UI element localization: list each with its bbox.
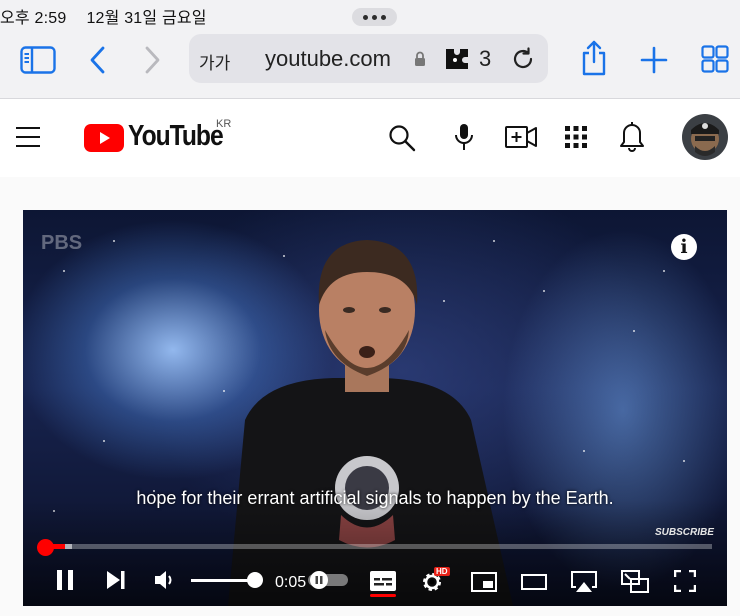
share-icon[interactable] — [580, 40, 608, 76]
picture-in-picture-icon[interactable] — [621, 570, 649, 594]
subtitles-icon[interactable] — [370, 571, 396, 591]
address-bar[interactable]: 가가 youtube.com 3 — [189, 34, 548, 83]
settings-button[interactable]: HD — [421, 567, 451, 594]
lock-icon — [415, 51, 425, 66]
status-time: 오후 2:59 — [0, 10, 67, 27]
create-video-icon[interactable] — [505, 126, 537, 148]
back-icon[interactable] — [88, 46, 108, 74]
status-bar: 오후 2:59 12월 31일 금요일 — [0, 0, 740, 30]
subtitles-active-indicator — [370, 594, 396, 597]
video-player[interactable]: PBS i hope for their errant artificial s… — [23, 210, 727, 606]
theater-mode-icon[interactable] — [521, 572, 547, 592]
forward-icon[interactable] — [142, 46, 162, 74]
multitasking-dots-icon[interactable] — [352, 8, 397, 26]
progress-scrubber-handle[interactable] — [37, 539, 54, 556]
info-button[interactable]: i — [671, 234, 697, 260]
fullscreen-icon[interactable] — [674, 570, 696, 592]
youtube-wordmark: YouTube — [128, 120, 224, 152]
sidebar-icon[interactable] — [20, 46, 56, 74]
microphone-icon[interactable] — [454, 123, 474, 151]
apps-grid-icon[interactable] — [565, 126, 587, 148]
current-time: 0:05 — [275, 574, 307, 591]
pause-icon[interactable] — [55, 567, 75, 593]
status-clock: 오후 2:59 12월 31일 금요일 — [0, 4, 227, 28]
url-text[interactable]: youtube.com — [265, 46, 391, 72]
volume-icon[interactable] — [154, 567, 176, 593]
notifications-bell-icon[interactable] — [620, 122, 644, 152]
youtube-header: YouTube KR — [0, 99, 740, 177]
caption-text: hope for their errant artificial signals… — [136, 488, 614, 508]
volume-slider-handle[interactable] — [247, 572, 263, 588]
extension-count: 3 — [479, 46, 492, 71]
status-date: 12월 31일 금요일 — [86, 10, 207, 27]
progress-bar[interactable] — [45, 544, 712, 549]
youtube-play-logo-icon — [84, 124, 124, 152]
pbs-watermark: PBS — [41, 232, 83, 254]
reload-icon[interactable] — [511, 47, 535, 71]
avatar[interactable] — [682, 114, 728, 160]
region-code: KR — [216, 118, 232, 130]
volume-slider[interactable] — [191, 579, 255, 582]
browser-toolbar: 가가 youtube.com 3 — [0, 30, 740, 99]
extension-icon[interactable] — [442, 47, 472, 71]
text-size-button[interactable]: 가가 — [199, 49, 230, 74]
next-video-icon[interactable] — [105, 567, 127, 593]
autoplay-toggle-icon[interactable] — [307, 570, 351, 590]
airplay-icon[interactable] — [570, 570, 598, 594]
tab-overview-icon[interactable] — [701, 45, 729, 73]
subscribe-watermark[interactable]: SUBSCRIBE — [655, 527, 714, 538]
miniplayer-icon[interactable] — [471, 572, 497, 592]
new-tab-icon[interactable] — [640, 46, 668, 74]
hd-badge: HD — [434, 567, 450, 576]
search-icon[interactable] — [388, 124, 416, 152]
menu-icon[interactable] — [15, 126, 41, 148]
